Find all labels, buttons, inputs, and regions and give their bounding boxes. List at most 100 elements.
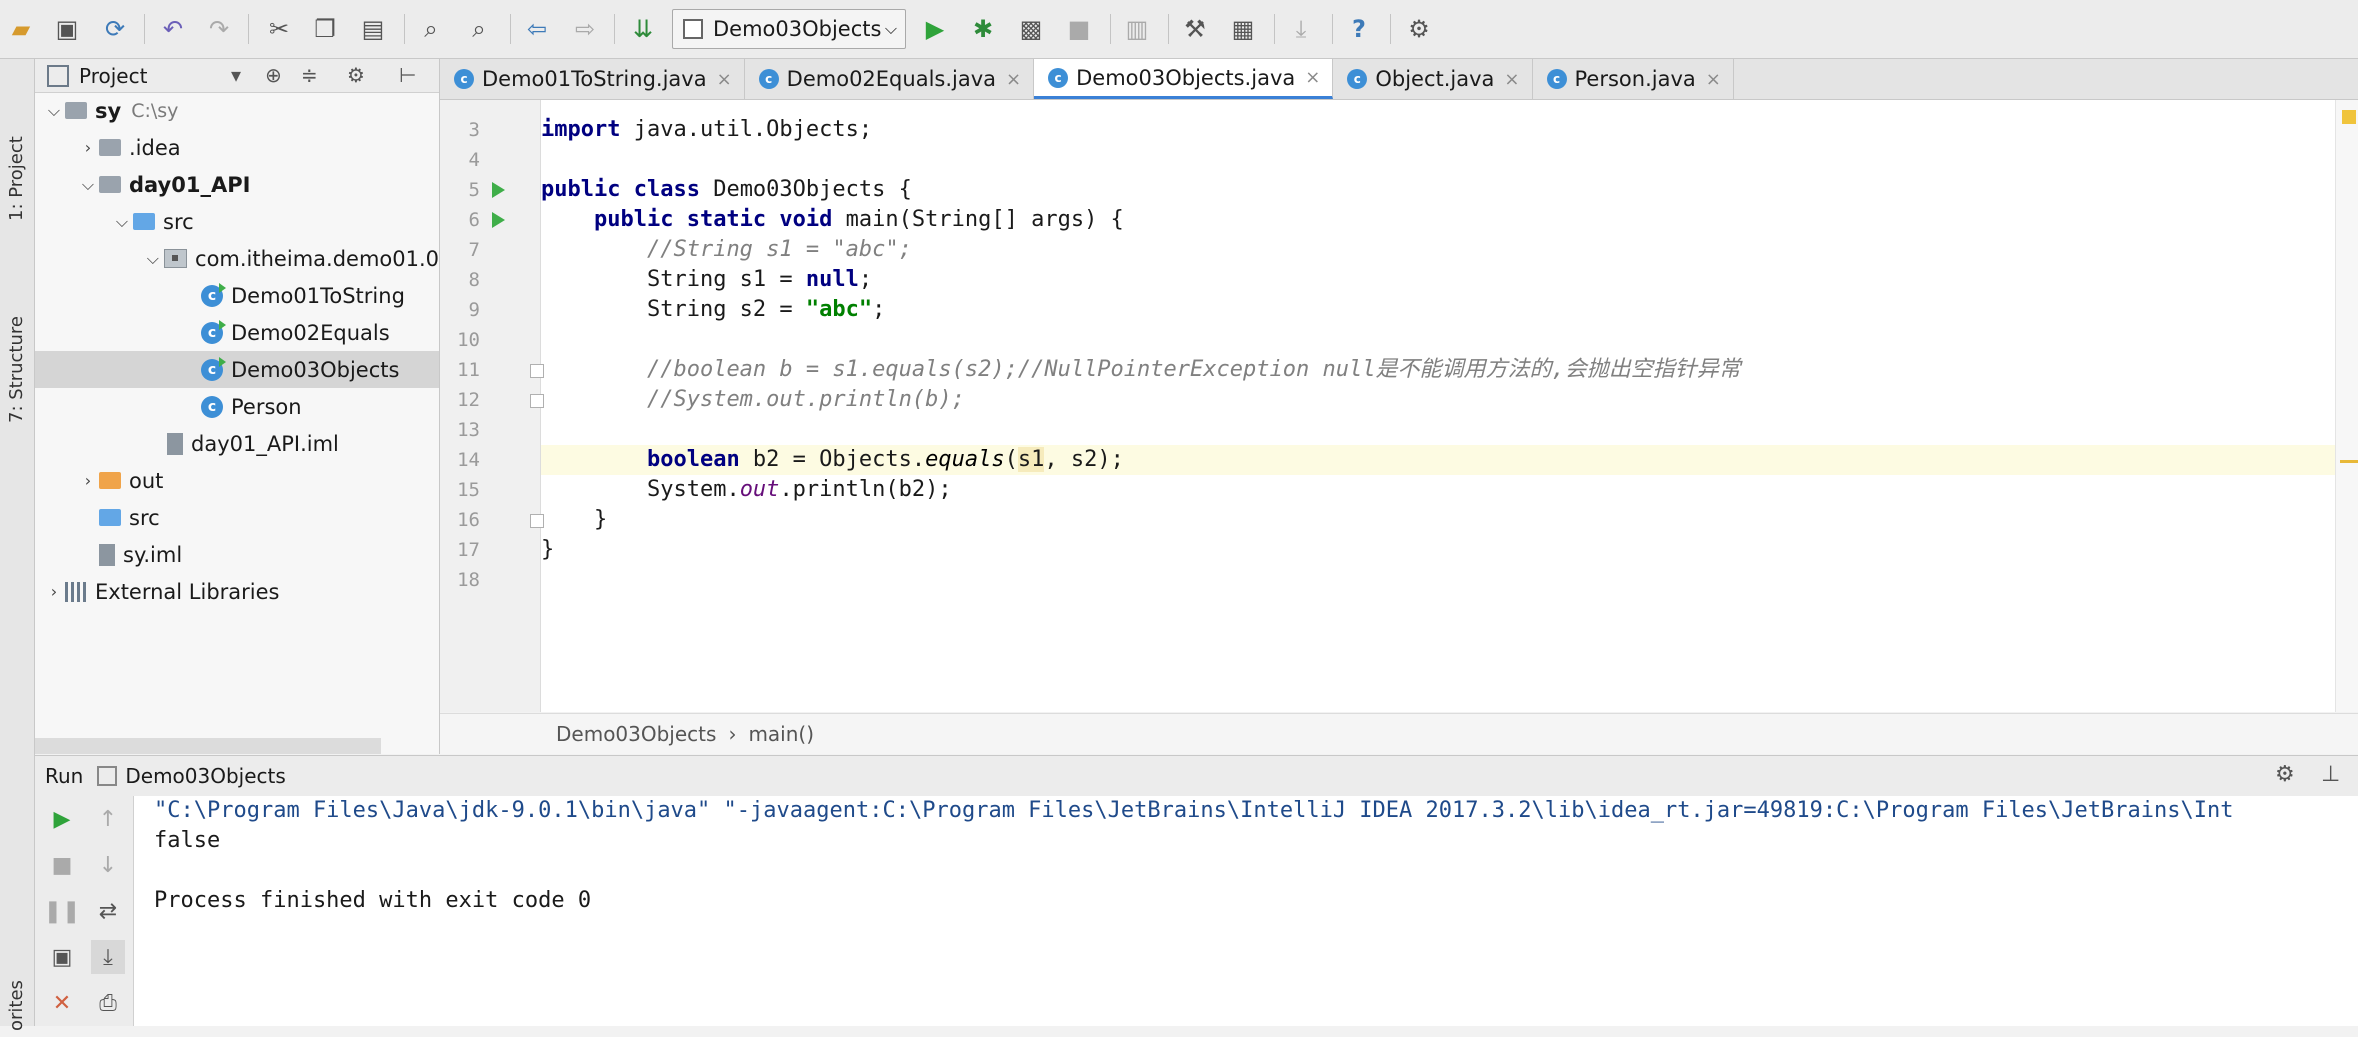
editor-tab[interactable]: c Object.java × (1333, 59, 1533, 99)
chevron-down-icon[interactable]: ▾ (231, 63, 241, 87)
sync-icon[interactable]: ⟳ (98, 12, 132, 46)
tree-item[interactable]: › External Libraries (35, 573, 439, 610)
settings-icon[interactable]: ⚒ (1178, 12, 1212, 46)
main-toolbar: ▰ ▣ ⟳ ↶ ↷ ✂ ❐ ▤ ⌕ ⌕ ⇦ ⇨ ⇊ Demo03Objects … (0, 0, 2358, 59)
hide-icon[interactable]: ⊢ (399, 63, 416, 87)
find-icon[interactable]: ⌕ (414, 12, 448, 46)
rerun-icon[interactable]: ▶ (45, 802, 79, 836)
layout-icon[interactable]: ▣ (45, 940, 79, 974)
code-line: public class Demo03Objects { (541, 177, 912, 202)
tree-item[interactable]: c Demo02Equals (35, 314, 439, 351)
open-icon[interactable]: ▰ (4, 12, 38, 46)
project-panel-title[interactable]: Project (79, 64, 147, 88)
run-icon[interactable]: ▶ (918, 12, 952, 46)
breadcrumb-class[interactable]: Demo03Objects (556, 722, 716, 746)
run-configuration-select[interactable]: Demo03Objects ⌵ (672, 9, 906, 49)
chevron-down-icon[interactable]: ⌵ (43, 101, 65, 121)
gear-icon[interactable]: ⚙ (2275, 762, 2295, 787)
tree-item-label: Demo02Equals (231, 320, 390, 345)
close-icon[interactable]: × (1006, 69, 1021, 90)
tree-item[interactable]: c Demo03Objects (35, 351, 439, 388)
pause-icon[interactable]: ❚❚ (44, 894, 81, 928)
tree-item[interactable]: ⌵ sy C:\sy (35, 92, 439, 129)
hide-icon[interactable]: ⊥ (2321, 762, 2340, 787)
close-icon[interactable]: × (1504, 69, 1519, 90)
save-icon[interactable]: ▣ (50, 12, 84, 46)
stop-icon[interactable]: ■ (45, 848, 79, 882)
debug-icon[interactable]: ✱ (966, 12, 1000, 46)
down-icon[interactable]: ↓ (91, 848, 125, 882)
paste-icon[interactable]: ▤ (356, 12, 390, 46)
tree-item[interactable]: src (35, 499, 439, 536)
editor-tab[interactable]: c Demo02Equals.java × (745, 59, 1035, 99)
tab-favorites-tool[interactable]: orites (2, 959, 31, 1037)
soft-wrap-icon[interactable]: ⇄ (91, 894, 125, 928)
run-gutter-icon[interactable] (492, 182, 505, 198)
tree-item[interactable]: day01_API.iml (35, 425, 439, 462)
tab-structure-tool[interactable]: 7: Structure (2, 277, 31, 429)
chevron-down-icon[interactable]: ⌵ (111, 212, 133, 232)
tree-item-label: src (163, 209, 194, 234)
scroll-to-end-icon[interactable]: ⤓ (91, 940, 125, 974)
chevron-right-icon[interactable]: › (43, 582, 65, 601)
class-icon: c (201, 395, 223, 418)
chevron-down-icon[interactable]: ⌵ (142, 249, 163, 269)
tab-project-tool[interactable]: 1: Project (2, 65, 31, 227)
back-icon[interactable]: ⇦ (520, 12, 554, 46)
tree-item-label: day01_API (129, 172, 251, 197)
run-panel-config[interactable]: Demo03Objects (125, 764, 285, 788)
horizontal-scrollbar[interactable] (35, 738, 381, 754)
editor-tab[interactable]: c Demo01ToString.java × (440, 59, 745, 99)
stop-icon[interactable]: ■ (1062, 12, 1096, 46)
console-output[interactable]: "C:\Program Files\Java\jdk-9.0.1\bin\jav… (134, 796, 2358, 1026)
undo-icon[interactable]: ↶ (156, 12, 190, 46)
editor-tab[interactable]: c Person.java × (1533, 59, 1734, 99)
close-icon[interactable]: × (1305, 67, 1320, 88)
tree-item[interactable]: › .idea (35, 129, 439, 166)
breadcrumb-method[interactable]: main() (748, 722, 814, 746)
coverage-icon[interactable]: ▩ (1014, 12, 1048, 46)
help-icon[interactable]: ? (1342, 12, 1376, 46)
run-panel-title[interactable]: Run (45, 764, 83, 788)
tree-item[interactable]: › out (35, 462, 439, 499)
tree-item-label: sy (95, 98, 122, 123)
attach-icon[interactable]: ▥ (1120, 12, 1154, 46)
editor-tab[interactable]: c Demo03Objects.java × (1034, 59, 1334, 99)
redo-icon[interactable]: ↷ (202, 12, 236, 46)
code-editor[interactable]: 3 4 5 6 7 8 9 10 11 12 13 14 15 16 17 18 import java.ut… (440, 100, 2358, 712)
tree-item[interactable]: ⌵ com.itheima.demo01.0 (35, 240, 439, 277)
close-icon[interactable]: × (1706, 69, 1721, 90)
copy-icon[interactable]: ❐ (308, 12, 342, 46)
tree-item[interactable]: c Person (35, 388, 439, 425)
iml-file-icon (167, 432, 183, 455)
chevron-right-icon[interactable]: › (77, 138, 99, 157)
build-icon[interactable]: ⇊ (626, 12, 660, 46)
tree-item[interactable]: ⌵ src (35, 203, 439, 240)
runnable-class-icon: c (201, 282, 226, 307)
print-icon[interactable]: ⎙ (91, 986, 125, 1020)
warning-marker-icon[interactable] (2342, 110, 2356, 124)
code-area[interactable]: import java.util.Objects; public class D… (541, 100, 2358, 712)
project-structure-icon[interactable]: ▦ (1226, 12, 1260, 46)
sdk-icon[interactable]: ⤓ (1284, 12, 1318, 46)
plugin-icon[interactable]: ⚙ (1402, 12, 1436, 46)
chevron-right-icon[interactable]: › (77, 471, 99, 490)
line-number: 12 (457, 389, 480, 411)
cut-icon[interactable]: ✂ (262, 12, 296, 46)
collapse-icon[interactable]: ≑ (301, 63, 318, 87)
vertical-scrollbar[interactable] (2335, 100, 2358, 712)
replace-icon[interactable]: ⌕ (462, 12, 496, 46)
gear-icon[interactable]: ⚙ (347, 63, 365, 87)
run-gutter-icon[interactable] (492, 212, 505, 228)
chevron-down-icon[interactable]: ⌵ (77, 175, 99, 195)
tree-item[interactable]: ⌵ day01_API (35, 166, 439, 203)
line-number: 7 (468, 239, 480, 261)
tree-item[interactable]: c Demo01ToString (35, 277, 439, 314)
locate-icon[interactable]: ⊕ (265, 63, 282, 87)
tree-item[interactable]: sy.iml (35, 536, 439, 573)
up-icon[interactable]: ↑ (91, 802, 125, 836)
forward-icon[interactable]: ⇨ (568, 12, 602, 46)
close-icon[interactable]: × (717, 69, 732, 90)
code-line: import java.util.Objects; (541, 117, 873, 142)
close-icon[interactable]: ✕ (45, 986, 79, 1020)
